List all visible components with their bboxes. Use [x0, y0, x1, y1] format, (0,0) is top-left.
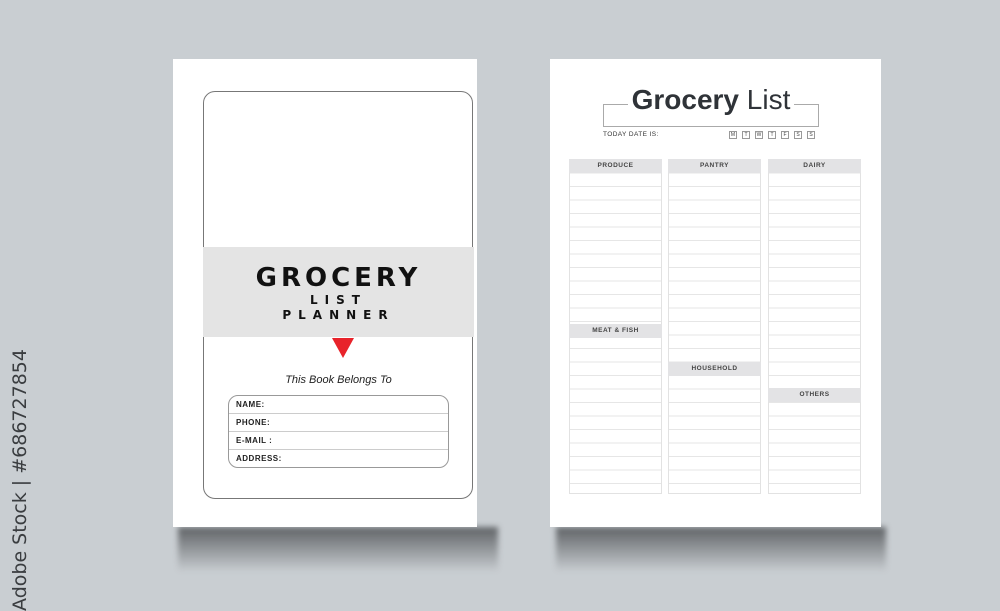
email-field[interactable]: E-MAIL :: [229, 432, 448, 450]
address-field[interactable]: ADDRESS:: [229, 450, 448, 467]
belongs-to-label: This Book Belongs To: [285, 374, 392, 386]
cover-title-band: GROCERY LIST PLANNER: [203, 247, 474, 337]
phone-field[interactable]: PHONE:: [229, 414, 448, 432]
cover-subtitle-planner: PLANNER: [282, 308, 395, 322]
cover-title: GROCERY: [255, 263, 422, 293]
section-header-meat-fish: MEAT & FISH: [569, 324, 662, 338]
section-header-pantry: PANTRY: [668, 159, 761, 173]
day-checkbox[interactable]: F: [781, 131, 789, 139]
cover-subtitle-list: LIST: [310, 293, 367, 307]
section-header-household: HOUSEHOLD: [668, 362, 761, 376]
column-dairy-others[interactable]: [768, 159, 861, 494]
section-header-produce: PRODUCE: [569, 159, 662, 173]
stock-watermark: Adobe Stock | #686727854: [9, 349, 31, 611]
owner-info-box: NAME: PHONE: E-MAIL : ADDRESS:: [228, 395, 449, 468]
column-pantry-household[interactable]: [668, 159, 761, 494]
section-header-dairy: DAIRY: [768, 159, 861, 173]
day-checkbox[interactable]: S: [807, 131, 815, 139]
day-checkbox[interactable]: T: [742, 131, 750, 139]
red-triangle-icon: [332, 338, 354, 358]
section-header-others: OTHERS: [768, 388, 861, 402]
day-checkbox[interactable]: T: [768, 131, 776, 139]
page-shadow-right: [556, 527, 886, 572]
page-title: Grocery List: [603, 84, 819, 116]
day-checkbox[interactable]: M: [729, 131, 737, 139]
weekday-selector: M T W T F S S: [729, 131, 815, 139]
day-checkbox[interactable]: W: [755, 131, 763, 139]
date-label: TODAY DATE IS:: [603, 131, 659, 138]
day-checkbox[interactable]: S: [794, 131, 802, 139]
page-shadow-left: [178, 527, 498, 572]
name-field[interactable]: NAME:: [229, 396, 448, 414]
